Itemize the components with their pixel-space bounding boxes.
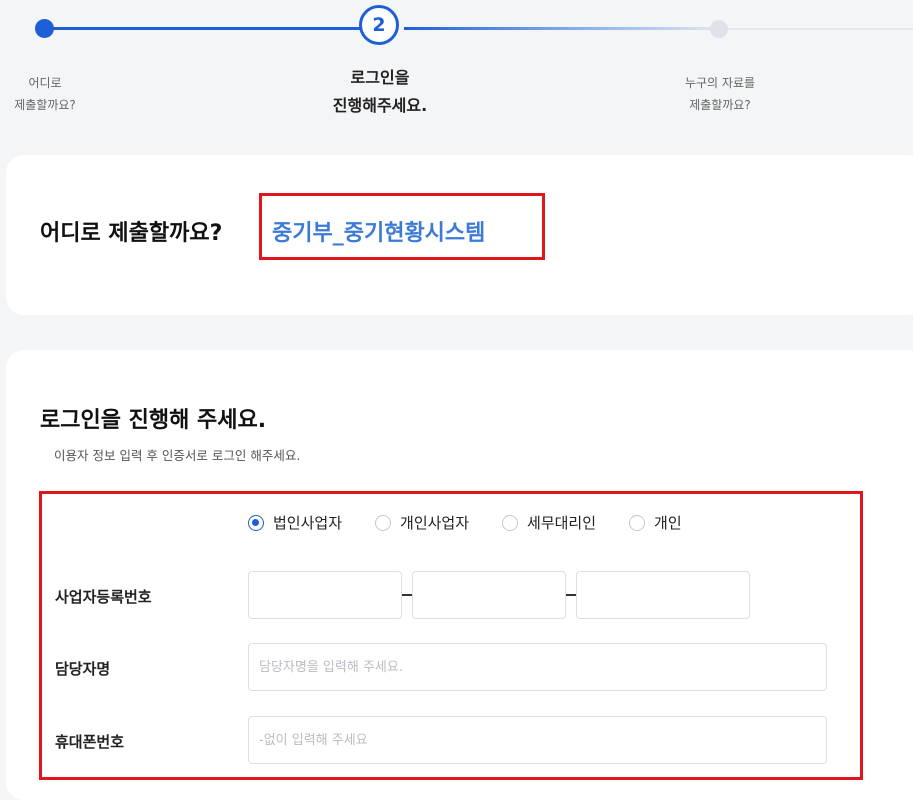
step-3-dot — [710, 20, 728, 38]
radio-label: 개인 — [654, 514, 682, 532]
stepper-track-completed — [45, 27, 360, 30]
user-type-radio-group: 법인사업자 개인사업자 세무대리인 개인 — [248, 512, 715, 533]
radio-individual-business[interactable]: 개인사업자 — [375, 512, 469, 533]
business-number-label: 사업자등록번호 — [55, 588, 152, 606]
manager-name-label: 담당자명 — [55, 660, 111, 678]
submit-question: 어디로 제출할까요? — [40, 221, 223, 246]
radio-label: 세무대리인 — [527, 514, 597, 532]
radio-corporate-business[interactable]: 법인사업자 — [248, 512, 342, 533]
step-3-label: 누구의 자료를 제출할까요? — [684, 76, 756, 112]
step-2-dot: 2 — [359, 5, 399, 45]
login-subtitle: 이용자 정보 입력 후 인증서로 로그인 해주세요. — [54, 448, 301, 463]
radio-unselected-icon — [502, 514, 519, 531]
business-number-part1-input[interactable] — [248, 571, 402, 619]
manager-name-input[interactable] — [248, 643, 827, 691]
radio-label: 개인사업자 — [400, 514, 470, 532]
step-2-label: 로그인을 진행해주세요. — [332, 68, 428, 115]
submit-target-card: 어디로 제출할까요? 중기부_중기현황시스템 — [6, 155, 913, 315]
radio-unselected-icon — [375, 514, 392, 531]
radio-tax-agent[interactable]: 세무대리인 — [502, 512, 596, 533]
radio-unselected-icon — [629, 514, 646, 531]
radio-label: 법인사업자 — [273, 514, 343, 532]
stepper-track-rest — [720, 28, 913, 30]
submit-target-link[interactable]: 중기부_중기현황시스템 — [272, 215, 485, 247]
step-1-label: 어디로 제출할까요? — [14, 76, 76, 112]
login-title: 로그인을 진행해 주세요. — [40, 408, 267, 433]
step-1-dot — [35, 19, 54, 38]
stepper-track-upcoming — [404, 27, 720, 30]
business-number-part2-input[interactable] — [412, 571, 566, 619]
progress-stepper: 2 어디로 제출할까요? 로그인을 진행해주세요. 누구의 자료를 제출할까요? — [0, 0, 913, 150]
phone-number-label: 휴대폰번호 — [55, 733, 125, 751]
business-number-part3-input[interactable] — [576, 571, 750, 619]
radio-individual[interactable]: 개인 — [629, 512, 682, 533]
radio-selected-icon — [248, 514, 264, 531]
phone-number-input[interactable] — [248, 716, 827, 764]
login-card: 로그인을 진행해 주세요. 이용자 정보 입력 후 인증서로 로그인 해주세요.… — [6, 350, 913, 800]
